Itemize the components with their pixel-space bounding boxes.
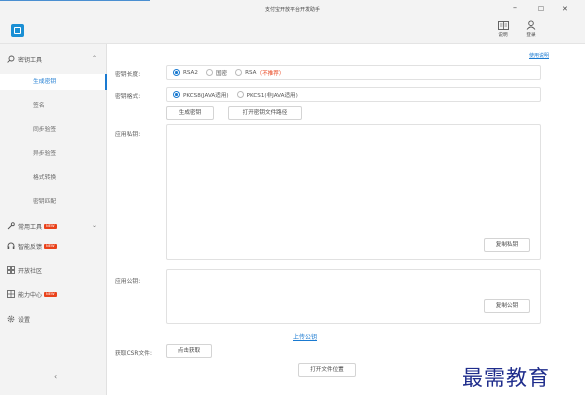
sidebar-item-sync-verify[interactable]: 同步验签 (0, 122, 107, 138)
csr-label: 获取CSR文件: (115, 351, 152, 357)
sidebar-item-key-match[interactable]: 密钥匹配 (0, 194, 107, 210)
help-link[interactable]: 使用说明 (529, 52, 549, 59)
new-badge: NEW (44, 223, 57, 229)
private-key-label: 应用私钥: (115, 132, 141, 138)
new-badge: NEW (44, 243, 57, 249)
sidebar-group-key-tools[interactable]: 密钥工具 ⌃ (0, 52, 107, 66)
radio-label: 国密 (215, 70, 228, 77)
generate-key-button[interactable]: 生成密钥 (166, 106, 214, 120)
wrench-icon (7, 222, 15, 230)
new-badge: NEW (44, 291, 57, 297)
sidebar-group-label: 开放社区 (18, 267, 43, 275)
accent-line (0, 0, 150, 1)
sidebar-item-async-verify[interactable]: 异步验签 (0, 146, 107, 162)
watermark-text: 最需教育 (462, 366, 550, 390)
title-bar: 支付宝开放平台开发助手 – ☐ ✕ (0, 0, 585, 18)
app-logo-icon (11, 24, 24, 37)
sidebar-item-sign[interactable]: 签名 (0, 98, 107, 114)
maximize-button[interactable]: ☐ (538, 4, 544, 14)
copy-private-key-button[interactable]: 复制私钥 (484, 238, 530, 252)
docs-button[interactable]: 说明 (493, 20, 513, 38)
radio-pkcs8[interactable]: PKCS8(JAVA适用) (173, 91, 229, 99)
close-button[interactable]: ✕ (562, 4, 568, 14)
radio-label: RSA2 (183, 69, 198, 76)
user-icon (521, 20, 541, 30)
box-icon (7, 290, 15, 298)
sidebar-group-label: 能力中心 (18, 291, 43, 299)
sidebar-group-label: 密钥工具 (18, 56, 43, 64)
get-csr-button[interactable]: 点击获取 (166, 344, 212, 358)
radio-selected-icon (173, 91, 180, 98)
sidebar-group-feedback[interactable]: 智能反馈 NEW (0, 239, 107, 253)
sidebar-item-generate-key[interactable]: 生成密钥 (0, 74, 107, 90)
minimize-button[interactable]: – (513, 3, 517, 13)
open-key-path-button[interactable]: 打开密钥文件路径 (228, 106, 302, 120)
radio-selected-icon (173, 69, 180, 76)
docs-label: 说明 (498, 33, 508, 38)
headset-icon (7, 242, 15, 250)
key-format-label: 密钥格式: (115, 94, 141, 100)
window-title: 支付宝开放平台开发助手 (264, 7, 320, 13)
radio-rsa[interactable]: RSA （不推荐） (235, 69, 285, 77)
upload-public-key-link[interactable]: 上传公钥 (293, 332, 317, 341)
radio-label: PKCS8(JAVA适用) (183, 92, 229, 99)
sidebar: 密钥工具 ⌃ 生成密钥 签名 同步验签 异步验签 格式转换 密钥匹配 常用工具 … (0, 44, 107, 395)
key-length-label: 密钥长度: (115, 72, 141, 78)
sidebar-group-settings[interactable]: 设置 (0, 312, 107, 326)
sidebar-item-format-convert[interactable]: 格式转换 (0, 170, 107, 186)
sidebar-group-community[interactable]: 开放社区 (0, 263, 107, 277)
key-format-radio-group: PKCS8(JAVA适用) PKCS1(非JAVA适用) (166, 87, 541, 102)
radio-unselected-icon (235, 69, 243, 76)
search-key-icon (7, 55, 15, 63)
login-label: 登录 (526, 33, 536, 38)
radio-pkcs1[interactable]: PKCS1(非JAVA适用) (236, 91, 298, 99)
radio-label: PKCS1(非JAVA适用) (246, 92, 298, 99)
not-recommended-warning: （不推荐） (256, 70, 285, 77)
open-file-location-button[interactable]: 打开文件位置 (298, 363, 356, 377)
grid-icon (7, 266, 15, 274)
radio-rsa2[interactable]: RSA2 (173, 69, 198, 76)
sidebar-group-common-tools[interactable]: 常用工具 NEW ⌄ (0, 219, 107, 233)
sidebar-group-capability[interactable]: 能力中心 NEW (0, 287, 107, 301)
radio-unselected-icon (205, 69, 213, 76)
sidebar-group-label: 常用工具 (18, 223, 43, 231)
radio-sm2[interactable]: 国密 (205, 69, 228, 77)
radio-label: RSA (245, 69, 257, 76)
sidebar-group-label: 智能反馈 (18, 243, 43, 251)
public-key-label: 应用公钥: (115, 279, 141, 285)
collapse-sidebar-button[interactable]: ‹ (54, 372, 57, 381)
copy-public-key-button[interactable]: 复制公钥 (484, 299, 530, 313)
radio-unselected-icon (236, 91, 244, 98)
public-key-textarea[interactable] (166, 269, 541, 324)
login-button[interactable]: 登录 (521, 20, 541, 38)
main-panel: 使用说明 密钥长度: RSA2 国密 RSA （不推荐） 密钥格式: PKCS8… (108, 44, 555, 395)
gear-icon (7, 315, 15, 323)
top-toolbar: 说明 登录 (0, 18, 585, 44)
sidebar-group-label: 设置 (18, 316, 31, 324)
chevron-down-icon: ⌄ (91, 222, 97, 229)
chevron-up-icon: ⌃ (91, 55, 97, 62)
book-icon (493, 20, 513, 30)
key-length-radio-group: RSA2 国密 RSA （不推荐） (166, 65, 541, 80)
